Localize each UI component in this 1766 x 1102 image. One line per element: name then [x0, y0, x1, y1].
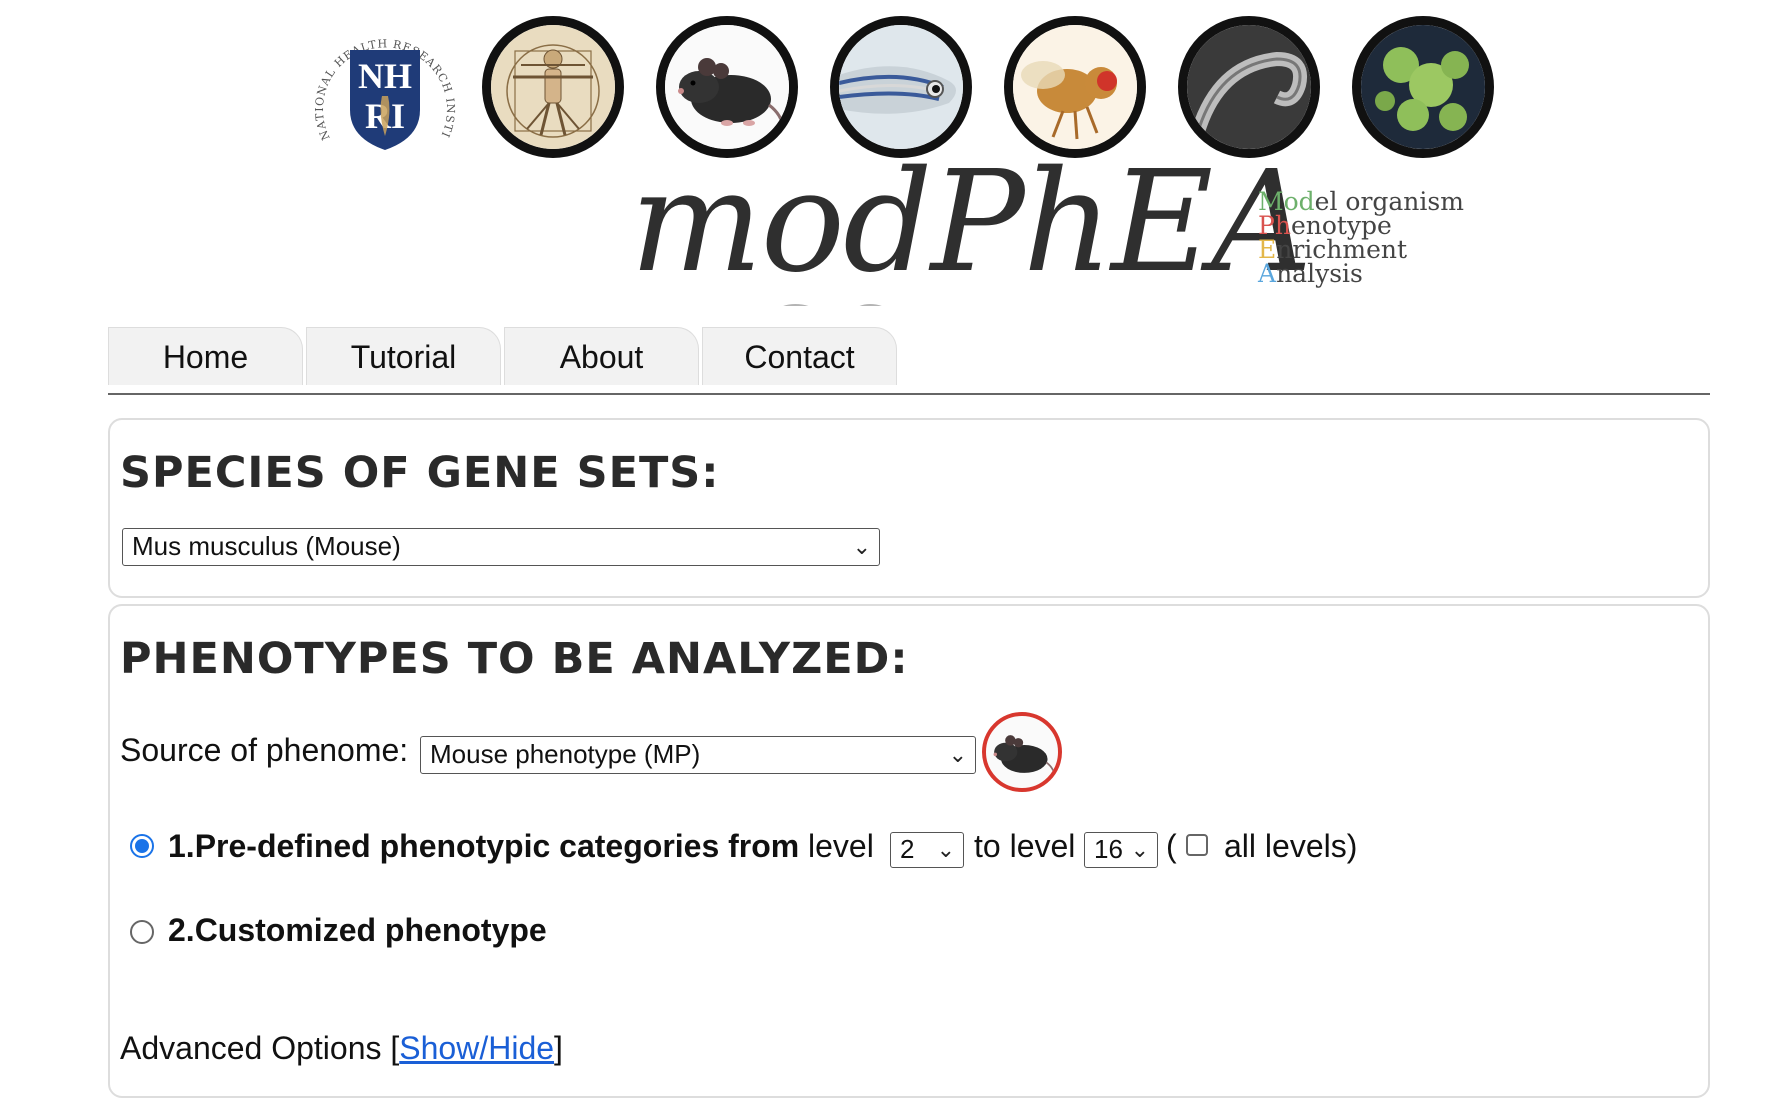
- phenotype-panel-title: PHENOTYPES TO BE ANALYZED:: [120, 634, 909, 684]
- zebrafish-icon: [830, 16, 972, 158]
- all-levels-checkbox[interactable]: [1186, 834, 1208, 856]
- advanced-options-close: ]: [554, 1030, 563, 1066]
- option1-label: 1.Pre-defined phenotypic categories from: [168, 828, 800, 864]
- brand-acronym: Model organism Phenotype Enrichment Anal…: [1258, 189, 1464, 288]
- from-level-value: 2: [900, 834, 915, 864]
- acronym-line-4: Analysis: [1258, 259, 1363, 288]
- yeast-icon: [1352, 16, 1494, 158]
- nav-divider: [108, 393, 1710, 395]
- species-panel: SPECIES OF GENE SETS: Mus musculus (Mous…: [108, 418, 1710, 598]
- option2-label: 2.Customized phenotype: [168, 912, 547, 948]
- human-icon: [482, 16, 624, 158]
- tab-tutorial[interactable]: Tutorial: [306, 327, 501, 385]
- brand-reflection-text: modPhEA: [630, 278, 1270, 306]
- open-paren: (: [1166, 828, 1177, 864]
- brand-reflection: modPhEA: [630, 278, 1270, 306]
- from-level-select[interactable]: 2 ⌄: [890, 832, 964, 868]
- to-level-select[interactable]: 16 ⌄: [1084, 832, 1158, 868]
- to-level-word: to level: [974, 828, 1076, 864]
- phenome-source-select[interactable]: Mouse phenotype (MP) ⌄: [420, 736, 976, 774]
- nav-tabs: Home Tutorial About Contact: [108, 327, 1708, 387]
- all-levels-label: all levels): [1224, 828, 1358, 864]
- advanced-options: Advanced Options [Show/Hide]: [120, 1030, 563, 1067]
- fly-icon: [1004, 16, 1146, 158]
- advanced-options-label: Advanced Options [: [120, 1030, 400, 1066]
- predefined-categories-radio[interactable]: [130, 834, 154, 858]
- species-select-value: Mus musculus (Mouse): [132, 531, 401, 561]
- brand: modPhEA modPhEA Model organism Phenotype…: [630, 148, 1530, 318]
- level-word: level: [808, 828, 874, 864]
- species-panel-title: SPECIES OF GENE SETS:: [120, 448, 720, 498]
- brand-title: modPhEA: [630, 141, 1312, 304]
- phenome-source-value: Mouse phenotype (MP): [430, 739, 701, 769]
- worm-icon: [1178, 16, 1320, 158]
- chevron-down-icon: ⌄: [936, 837, 955, 862]
- show-hide-link[interactable]: Show/Hide: [399, 1030, 554, 1066]
- source-label: Source of phenome:: [120, 732, 409, 768]
- tab-home[interactable]: Home: [108, 327, 303, 385]
- to-level-value: 16: [1094, 834, 1123, 864]
- mouse-icon: [656, 16, 798, 158]
- tab-contact[interactable]: Contact: [702, 327, 897, 385]
- mouse-thumbnail-icon: [982, 712, 1062, 792]
- customized-phenotype-radio[interactable]: [130, 920, 154, 944]
- chevron-down-icon: ⌄: [948, 742, 967, 767]
- nhri-initials-top: NH: [358, 56, 412, 96]
- chevron-down-icon: ⌄: [1130, 837, 1149, 862]
- species-select[interactable]: Mus musculus (Mouse) ⌄: [122, 528, 880, 566]
- tab-about[interactable]: About: [504, 327, 699, 385]
- chevron-down-icon: ⌄: [852, 534, 871, 559]
- nhri-logo: NATIONAL HEALTH RESEARCH INSTITUTES NH R…: [310, 18, 456, 150]
- phenotype-panel: PHENOTYPES TO BE ANALYZED: Source of phe…: [108, 604, 1710, 1098]
